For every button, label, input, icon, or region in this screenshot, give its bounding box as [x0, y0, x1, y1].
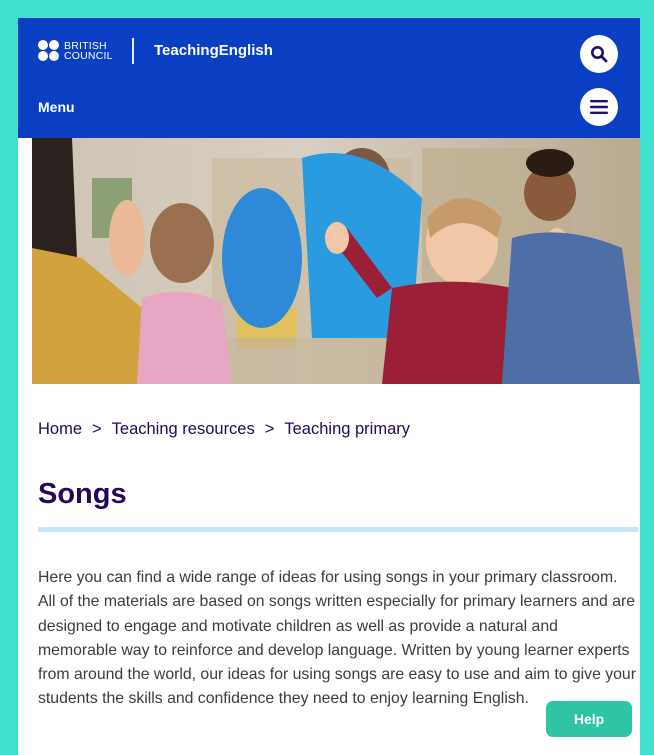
- logo-line-2: COUNCIL: [64, 49, 113, 62]
- logo-wordmark: BRITISH COUNCIL: [64, 39, 113, 62]
- breadcrumb-separator: >: [264, 420, 275, 438]
- breadcrumb-teaching-resources-link[interactable]: Teaching resources: [112, 420, 255, 438]
- search-icon: [591, 46, 608, 63]
- breadcrumb-teaching-primary-link[interactable]: Teaching primary: [284, 420, 410, 438]
- search-button[interactable]: [580, 35, 618, 73]
- page-title: Songs: [38, 478, 127, 510]
- site-header: BRITISH COUNCIL TeachingEnglish Menu: [18, 18, 640, 138]
- british-council-logo[interactable]: BRITISH COUNCIL: [38, 40, 113, 61]
- intro-paragraph: Here you can find a wide range of ideas …: [38, 569, 636, 708]
- hero-image: [32, 138, 640, 384]
- page-frame: BRITISH COUNCIL TeachingEnglish Menu Hom…: [18, 18, 640, 755]
- help-button[interactable]: Help: [546, 701, 632, 737]
- site-name-link[interactable]: TeachingEnglish: [154, 42, 273, 59]
- title-underline: [38, 527, 638, 532]
- menu-label[interactable]: Menu: [38, 99, 75, 115]
- breadcrumb-home-link[interactable]: Home: [38, 420, 82, 438]
- breadcrumb: Home > Teaching resources > Teaching primary: [38, 420, 410, 439]
- logo-line-1: BRITISH: [64, 39, 107, 52]
- logo-dots-icon: [38, 40, 59, 61]
- header-divider: [132, 38, 134, 64]
- menu-button[interactable]: [580, 88, 618, 126]
- breadcrumb-separator: >: [92, 420, 102, 438]
- hamburger-menu-icon: [590, 100, 608, 114]
